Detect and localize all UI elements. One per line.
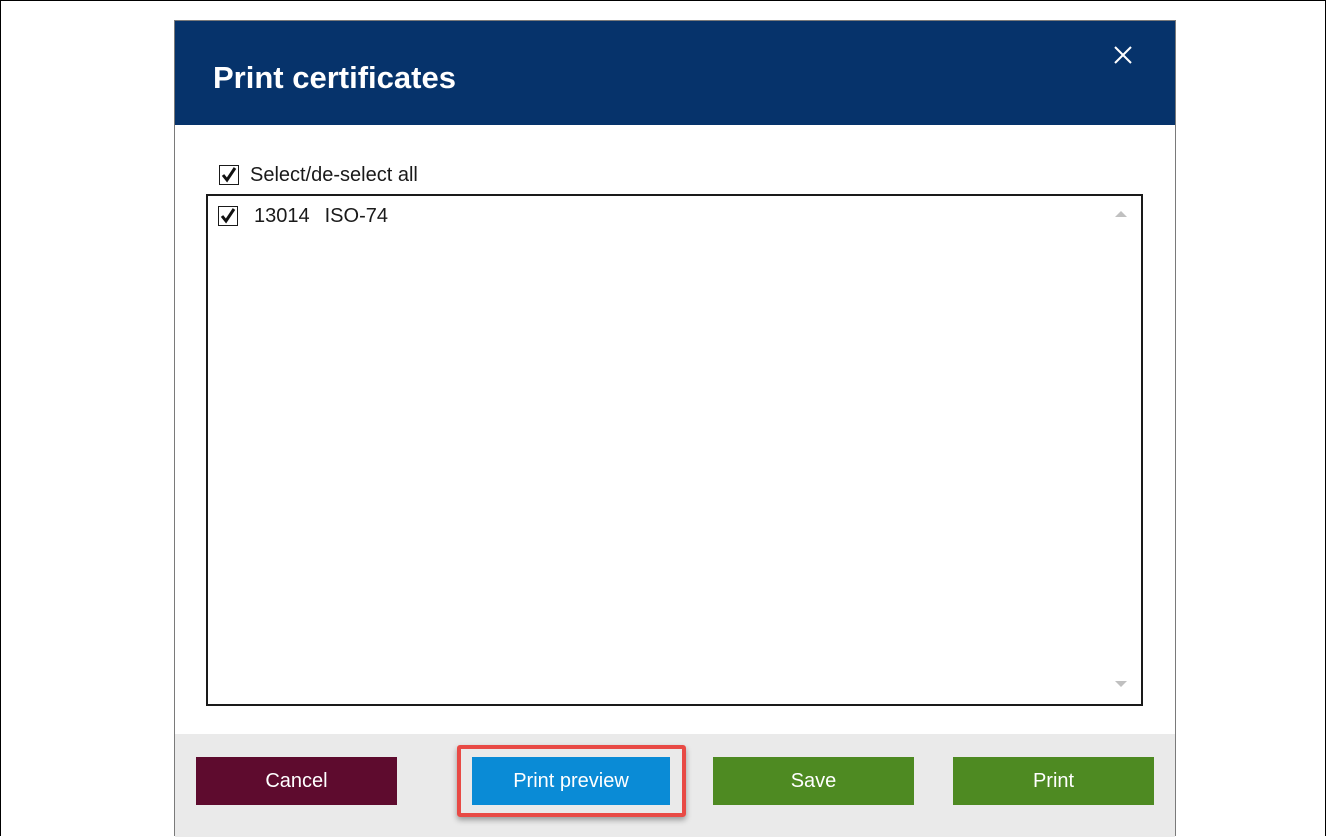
certificate-name: ISO-74 bbox=[324, 205, 388, 227]
certificate-list[interactable]: 13014 ISO-74 bbox=[206, 194, 1143, 706]
close-button[interactable] bbox=[1099, 31, 1147, 79]
print-certificates-dialog: Print certificates Select/de-select all … bbox=[174, 20, 1176, 837]
dialog-footer: Cancel Print preview Save Print bbox=[175, 734, 1175, 837]
print-button[interactable]: Print bbox=[953, 757, 1154, 805]
cancel-button[interactable]: Cancel bbox=[196, 757, 397, 805]
scroll-down-arrow-icon bbox=[1115, 681, 1127, 687]
scroll-up-arrow-icon bbox=[1115, 211, 1127, 217]
dialog-title: Print certificates bbox=[213, 60, 456, 95]
save-button[interactable]: Save bbox=[713, 757, 914, 805]
print-preview-button[interactable]: Print preview bbox=[472, 757, 670, 805]
close-icon bbox=[1114, 46, 1132, 64]
checkmark-icon bbox=[221, 167, 237, 183]
dialog-title-bar: Print certificates bbox=[175, 21, 1175, 125]
list-item[interactable]: 13014 ISO-74 bbox=[218, 204, 388, 228]
select-all-label: Select/de-select all bbox=[250, 164, 418, 186]
scroll-down-button[interactable] bbox=[1111, 676, 1131, 692]
scroll-up-button[interactable] bbox=[1111, 206, 1131, 222]
checkmark-icon bbox=[220, 208, 236, 224]
select-all-checkbox[interactable]: Select/de-select all bbox=[219, 163, 418, 187]
certificate-checkbox[interactable] bbox=[218, 206, 238, 226]
select-all-checkbox-box[interactable] bbox=[219, 165, 239, 185]
certificate-id: 13014 bbox=[254, 205, 310, 227]
